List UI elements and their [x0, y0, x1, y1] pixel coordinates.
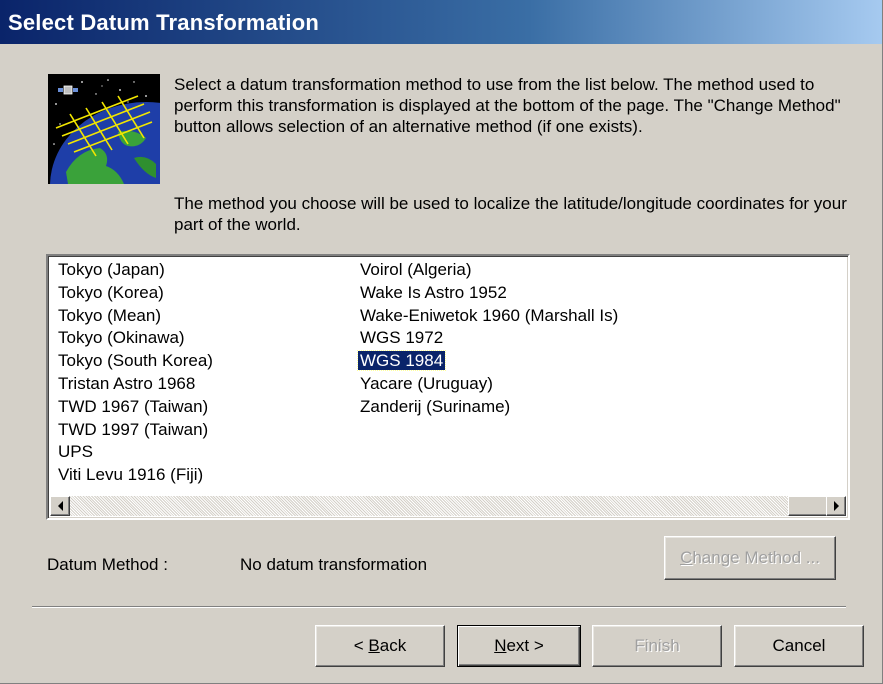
globe-satellite-icon	[48, 74, 160, 184]
next-button[interactable]: Next >	[457, 625, 581, 667]
datum-list-item[interactable]: Tokyo (South Korea)	[56, 350, 215, 373]
cancel-button[interactable]: Cancel	[734, 625, 864, 667]
datum-method-label: Datum Method :	[47, 555, 168, 574]
datum-list-item[interactable]: Tokyo (Korea)	[56, 282, 215, 305]
datum-list-item[interactable]: Tokyo (Mean)	[56, 305, 215, 328]
datum-list-item-label: WGS 1972	[360, 328, 444, 348]
datum-list-item-label: Voirol (Algeria)	[360, 260, 472, 279]
localization-note: The method you choose will be used to lo…	[174, 194, 847, 234]
datum-list-item[interactable]: Tristan Astro 1968	[56, 373, 215, 396]
datum-list-item-label: Tokyo (Korea)	[58, 282, 164, 302]
title-bar[interactable]: Select Datum Transformation	[0, 0, 882, 44]
datum-list-item-label: Wake-Eniwetok 1960 (Marshall Is)	[360, 305, 619, 325]
datum-list-item[interactable]: TWD 1967 (Taiwan)	[56, 396, 215, 419]
dialog-title: Select Datum Transformation	[8, 10, 320, 35]
datum-column-2: Voirol (Algeria) Wake Is Astro 1952 Wake-E…	[356, 259, 620, 419]
change-method-button[interactable]: Change Method ...	[664, 536, 836, 580]
datum-list-item[interactable]: Wake-Eniwetok 1960 (Marshall Is)	[358, 305, 620, 328]
datum-listbox[interactable]: Tokyo (Japan) Tokyo (Korea) Tokyo (Mean) To…	[46, 254, 850, 520]
datum-list-item[interactable]: Yacare (Uruguay)	[358, 373, 620, 396]
scroll-left-arrow-icon	[57, 501, 63, 511]
finish-label: Finish	[634, 636, 680, 655]
datum-list-item[interactable]: WGS 1972	[358, 327, 620, 350]
next-label: Next >	[494, 636, 544, 655]
datum-list-item-label: TWD 1997 (Taiwan)	[58, 419, 209, 439]
datum-list-item-label: UPS	[58, 442, 93, 462]
datum-list-item[interactable]: WGS 1984	[356, 350, 620, 373]
datum-list-item-label: Yacare (Uruguay)	[360, 373, 493, 393]
datum-list-item[interactable]: Zanderij (Suriname)	[358, 396, 620, 419]
datum-list-item-label: TWD 1967 (Taiwan)	[58, 396, 209, 416]
datum-list-item[interactable]: Viti Levu 1916 (Fiji)	[56, 464, 215, 487]
datum-column-1: Tokyo (Japan) Tokyo (Korea) Tokyo (Mean) To…	[56, 259, 215, 487]
separator	[32, 606, 846, 608]
datum-list-item[interactable]: Wake Is Astro 1952	[358, 282, 620, 305]
horizontal-scrollbar[interactable]	[50, 496, 846, 516]
datum-method-value: No datum transformation	[240, 555, 428, 574]
datum-list-item[interactable]: UPS	[56, 441, 215, 464]
scroll-right-button[interactable]	[826, 496, 846, 516]
datum-list-item-label: WGS 1984	[356, 350, 447, 372]
datum-list-item-label: Tokyo (Mean)	[58, 305, 161, 325]
select-datum-dialog: Select Datum Transformation Select a dat…	[0, 0, 883, 684]
datum-list-item[interactable]: Tokyo (Japan)	[56, 259, 215, 282]
datum-list-item[interactable]: Voirol (Algeria)	[358, 259, 620, 282]
finish-button[interactable]: Finish	[592, 625, 722, 667]
instructions-text: Select a datum transformation method to …	[174, 75, 841, 136]
cancel-label: Cancel	[772, 636, 826, 655]
scroll-right-arrow-icon	[833, 501, 839, 511]
scroll-left-button[interactable]	[50, 496, 70, 516]
datum-list-item-label: Wake Is Astro 1952	[360, 282, 507, 302]
back-label: < Back	[353, 636, 407, 655]
change-method-label: Change Method ...	[680, 548, 820, 567]
datum-list-item-label: Tokyo (Okinawa)	[58, 328, 185, 348]
datum-list-item-label: Tokyo (Japan)	[58, 260, 165, 279]
datum-list-item-label: Tristan Astro 1968	[58, 373, 196, 393]
datum-list-item-label: Zanderij (Suriname)	[360, 396, 511, 416]
back-button[interactable]: < Back	[315, 625, 445, 667]
datum-list-item-label: Viti Levu 1916 (Fiji)	[58, 465, 204, 485]
datum-list-item[interactable]: Tokyo (Okinawa)	[56, 327, 215, 350]
datum-list-item-label: Tokyo (South Korea)	[58, 351, 213, 371]
scroll-thumb[interactable]	[788, 496, 828, 516]
datum-list-item[interactable]: TWD 1997 (Taiwan)	[56, 419, 215, 442]
